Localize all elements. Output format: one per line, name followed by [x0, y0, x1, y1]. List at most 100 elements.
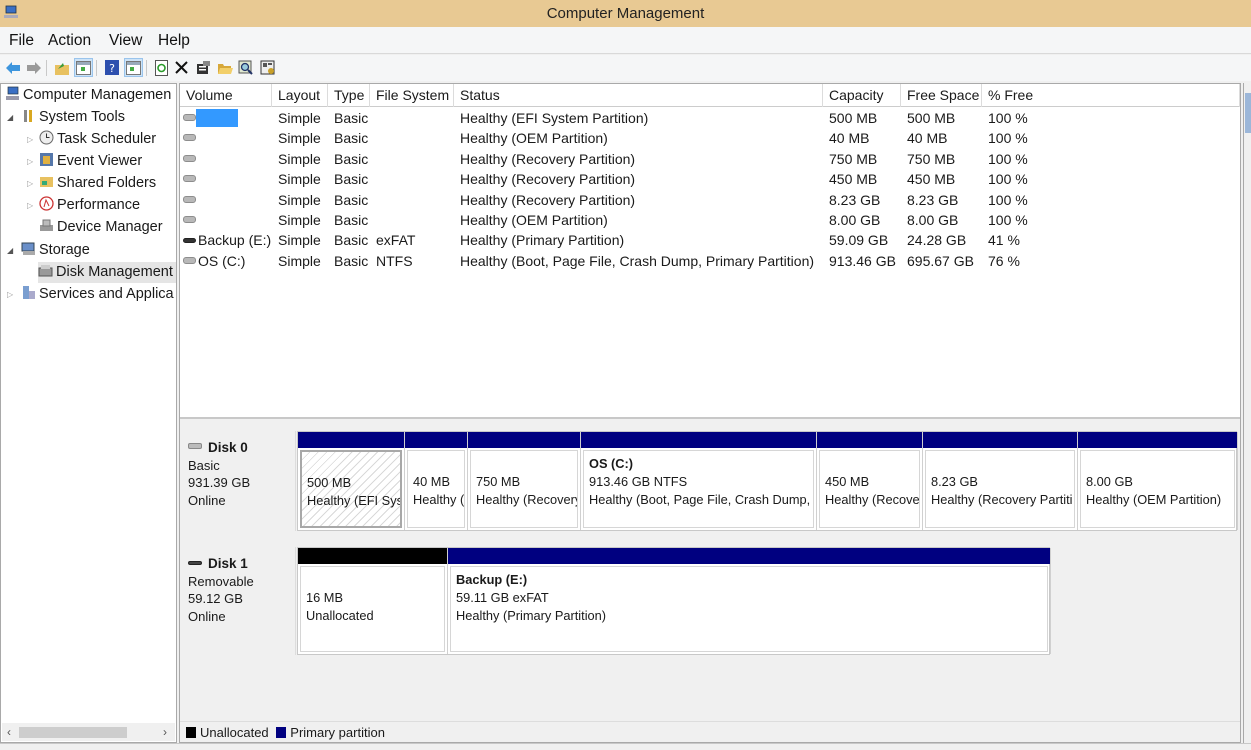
- tree-item-task-scheduler[interactable]: ▷ Task Scheduler: [27, 129, 156, 150]
- scroll-right-arrow-icon[interactable]: ›: [163, 723, 167, 741]
- partition[interactable]: 8.00 GB Healthy (OEM Partition): [1078, 432, 1238, 530]
- cell-volume: [180, 128, 198, 148]
- cell-pct: 100 %: [988, 130, 1028, 147]
- collapsed-arrow-icon[interactable]: ▷: [27, 195, 33, 216]
- partition-body: Backup (E:) 59.11 GB exFAT Healthy (Primar…: [450, 566, 1048, 652]
- cell-type: Basic: [334, 191, 369, 208]
- disk-name: Disk 1: [208, 556, 248, 571]
- expanded-arrow-icon[interactable]: ◢: [7, 107, 13, 128]
- cell-pct: 100 %: [988, 150, 1028, 167]
- tree-label: Device Manager: [57, 219, 163, 235]
- volume-icon: [183, 195, 196, 203]
- open-button[interactable]: [215, 58, 234, 77]
- tree-item-storage[interactable]: ◢ Storage: [7, 240, 90, 261]
- tree-item-event-viewer[interactable]: ▷ Event Viewer: [27, 151, 142, 172]
- column-header-percent-free[interactable]: % Free: [982, 84, 1240, 107]
- collapsed-arrow-icon[interactable]: ▷: [27, 129, 33, 150]
- unallocated-space[interactable]: 16 MB Unallocated: [298, 548, 448, 654]
- partition[interactable]: OS (C:) 913.46 GB NTFS Healthy (Boot, Page…: [581, 432, 817, 530]
- partition-type-bar: [817, 432, 922, 448]
- partition[interactable]: 500 MB Healthy (EFI Syst: [298, 432, 405, 530]
- volume-row[interactable]: Simple Basic Healthy (Recovery Partition) 7…: [180, 149, 1240, 169]
- collapsed-arrow-icon[interactable]: ▷: [7, 284, 13, 305]
- partition[interactable]: Backup (E:) 59.11 GB exFAT Healthy (Primar…: [448, 548, 1051, 654]
- tree-item-services-and-applications[interactable]: ▷ Services and Applica: [7, 284, 174, 305]
- tree-label: Storage: [39, 242, 90, 258]
- tree-item-device-manager[interactable]: Device Manager: [39, 217, 163, 238]
- cell-capacity: 8.23 GB: [829, 191, 881, 208]
- rescan-button[interactable]: [236, 58, 255, 77]
- cell-type: Basic: [334, 252, 369, 269]
- tree-horizontal-scrollbar[interactable]: ‹ ›: [2, 723, 175, 741]
- menu-file[interactable]: File: [9, 32, 34, 50]
- partition-body: 8.00 GB Healthy (OEM Partition): [1080, 450, 1235, 528]
- refresh-button[interactable]: [152, 58, 171, 77]
- removable-volume-icon: [183, 238, 196, 244]
- console-tree: Computer Managemen ◢ System Tools ▷ Task…: [0, 83, 177, 743]
- cell-volume: [180, 190, 198, 210]
- forward-button[interactable]: [24, 58, 43, 77]
- volume-row[interactable]: Simple Basic Healthy (Recovery Partition) 4…: [180, 169, 1240, 189]
- cell-fs: exFAT: [376, 232, 416, 249]
- up-one-level-button[interactable]: [52, 58, 71, 77]
- legend-label: Unallocated: [200, 725, 269, 740]
- scrollbar-thumb[interactable]: [19, 727, 127, 738]
- up-folder-icon: [54, 62, 69, 75]
- settings-button[interactable]: [258, 58, 277, 77]
- tree-root-computer-management[interactable]: Computer Managemen: [5, 85, 171, 106]
- column-header-free-space[interactable]: Free Space: [901, 84, 982, 107]
- volume-row[interactable]: OS (C:) Simple Basic NTFS Healthy (Boot, Pag…: [180, 251, 1240, 271]
- scroll-left-arrow-icon[interactable]: ‹: [7, 723, 11, 741]
- volume-row[interactable]: Simple Basic Healthy (EFI System Partition…: [180, 108, 1240, 128]
- disk-status: Online: [188, 492, 226, 508]
- cell-status: Healthy (Primary Partition): [460, 232, 625, 249]
- delete-button[interactable]: [172, 58, 191, 77]
- partition-body: 450 MB Healthy (Recove: [819, 450, 920, 528]
- show-hide-action-pane-button[interactable]: [124, 58, 143, 77]
- help-button[interactable]: ?: [102, 58, 121, 77]
- partition[interactable]: 8.23 GB Healthy (Recovery Partiti: [923, 432, 1078, 530]
- scrollbar-thumb[interactable]: [1245, 93, 1251, 133]
- tree-item-performance[interactable]: ▷ Performance: [27, 195, 140, 216]
- partition[interactable]: 40 MB Healthy (: [405, 432, 468, 530]
- properties-button[interactable]: [194, 58, 213, 77]
- action-pane-edge[interactable]: [1243, 83, 1251, 743]
- column-header-status[interactable]: Status: [454, 84, 823, 107]
- unallocated-swatch: [186, 727, 196, 738]
- expanded-arrow-icon[interactable]: ◢: [7, 240, 13, 261]
- menu-help[interactable]: Help: [158, 32, 190, 50]
- partition[interactable]: 750 MB Healthy (Recovery: [468, 432, 581, 530]
- menu-action[interactable]: Action: [48, 32, 91, 50]
- tree-item-shared-folders[interactable]: ▷ Shared Folders: [27, 173, 156, 194]
- column-header-volume[interactable]: Volume: [180, 84, 272, 107]
- collapsed-arrow-icon[interactable]: ▷: [27, 173, 33, 194]
- partition[interactable]: 450 MB Healthy (Recove: [817, 432, 923, 530]
- magnifier-icon: [238, 60, 253, 75]
- volume-row[interactable]: Simple Basic Healthy (OEM Partition) 8.00 G…: [180, 210, 1240, 230]
- show-hide-console-tree-button[interactable]: [74, 58, 93, 77]
- column-header-layout[interactable]: Layout: [272, 84, 328, 107]
- column-header-capacity[interactable]: Capacity: [823, 84, 901, 107]
- disk-0-partitions: 500 MB Healthy (EFI Syst 40 MB Healthy (750…: [297, 431, 1238, 531]
- tree-label: Event Viewer: [57, 153, 143, 169]
- tree-label: System Tools: [39, 109, 125, 125]
- column-header-type[interactable]: Type: [328, 84, 370, 107]
- partition-status: Healthy (Recovery Partiti: [931, 492, 1073, 507]
- cell-pct: 76 %: [988, 252, 1020, 269]
- column-header-file-system[interactable]: File System: [370, 84, 454, 107]
- back-button[interactable]: [3, 58, 22, 77]
- collapsed-arrow-icon[interactable]: ▷: [27, 151, 33, 172]
- volume-row[interactable]: Backup (E:) Simple Basic exFAT Healthy (Prim…: [180, 230, 1240, 250]
- computer-management-icon: [6, 86, 19, 100]
- menu-view[interactable]: View: [109, 32, 142, 50]
- selection-highlight: [196, 109, 238, 127]
- tree-item-disk-management[interactable]: Disk Management: [38, 262, 176, 283]
- partition-size: 750 MB: [476, 474, 521, 489]
- disk-status: Online: [188, 608, 226, 624]
- disk-info-0[interactable]: Disk 0 Basic 931.39 GB Online: [180, 431, 296, 531]
- volume-row[interactable]: Simple Basic Healthy (Recovery Partition) 8…: [180, 190, 1240, 210]
- disk-info-1[interactable]: Disk 1 Removable 59.12 GB Online: [180, 547, 296, 655]
- volume-row[interactable]: Simple Basic Healthy (OEM Partition) 40 MB 4…: [180, 128, 1240, 148]
- tree-item-system-tools[interactable]: ◢ System Tools: [7, 107, 125, 128]
- cell-fs: NTFS: [376, 252, 413, 269]
